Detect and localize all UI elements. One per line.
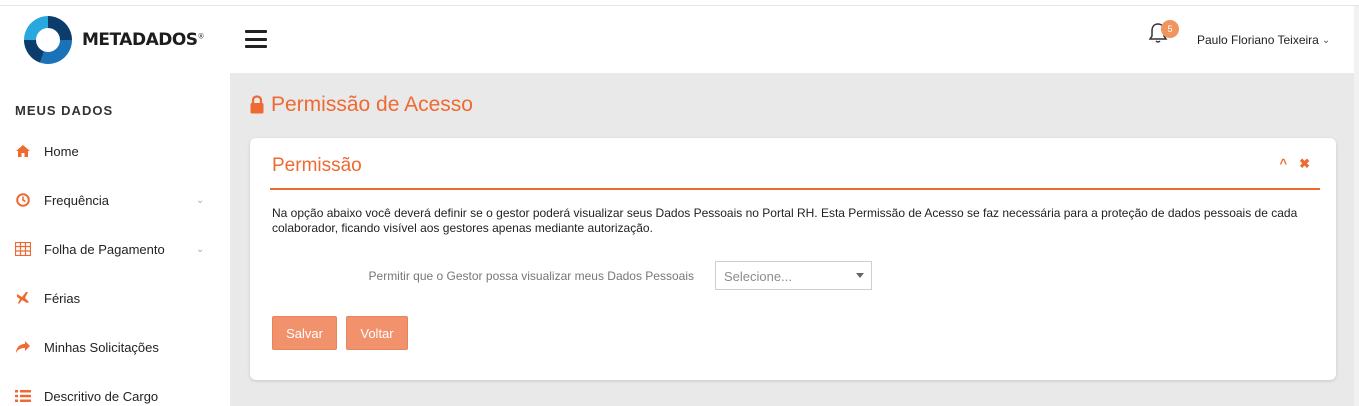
permission-panel: Permissão ^ ✖ Na opção abaixo você dever… <box>250 138 1336 380</box>
sidebar-item-label: Descritivo de Cargo <box>44 388 159 404</box>
sidebar-title: MEUS DADOS <box>15 103 114 118</box>
permission-select[interactable]: Selecione... <box>715 261 872 290</box>
panel-divider <box>270 188 1320 190</box>
sidebar-item-label: Folha de Pagamento <box>44 241 165 257</box>
chevron-down-icon: ⌄ <box>1321 34 1331 46</box>
panel-tools: ^ ✖ <box>1280 156 1311 172</box>
permission-field-label: Permitir que o Gestor possa visualizar m… <box>368 269 694 283</box>
lock-icon <box>250 95 264 114</box>
page-title-text: Permissão de Acesso <box>271 93 473 116</box>
sidebar-item-ferias[interactable]: Férias <box>0 283 230 313</box>
sidebar: MEUS DADOS Home Frequência ⌄ Folha de Pa… <box>0 73 230 406</box>
logo-ring-icon <box>24 16 72 64</box>
sidebar-item-label: Férias <box>44 290 81 306</box>
caret-down-icon <box>856 273 864 278</box>
menu-toggle-icon[interactable] <box>245 30 267 48</box>
brand-logo[interactable]: METADADOS® <box>24 15 205 65</box>
user-menu[interactable]: Paulo Floriano Teixeira ⌄ <box>1197 33 1330 47</box>
plane-icon <box>14 289 32 307</box>
user-name: Paulo Floriano Teixeira <box>1197 33 1319 47</box>
main-content: Permissão de Acesso Permissão ^ ✖ Na opç… <box>230 73 1359 406</box>
sidebar-item-folha-de-pagamento[interactable]: Folha de Pagamento ⌄ <box>0 234 230 264</box>
sidebar-item-frequencia[interactable]: Frequência ⌄ <box>0 185 230 215</box>
back-button[interactable]: Voltar <box>346 316 408 350</box>
share-icon <box>14 338 32 356</box>
panel-title: Permissão <box>272 155 362 176</box>
page-title: Permissão de Acesso <box>249 93 473 117</box>
chevron-down-icon: ⌄ <box>196 194 205 206</box>
calculator-icon <box>14 240 32 258</box>
close-icon[interactable]: ✖ <box>1299 156 1310 172</box>
sidebar-item-home[interactable]: Home <box>0 136 230 166</box>
save-button[interactable]: Salvar <box>272 316 337 350</box>
brand-name: METADADOS® <box>82 30 205 50</box>
page-scrollbar[interactable] <box>1354 6 1359 406</box>
sidebar-item-descritivo-de-cargo[interactable]: Descritivo de Cargo <box>0 381 230 406</box>
collapse-icon[interactable]: ^ <box>1280 156 1288 172</box>
sidebar-item-minhas-solicitacoes[interactable]: Minhas Solicitações <box>0 332 230 362</box>
chevron-down-icon: ⌄ <box>196 243 205 255</box>
clock-icon <box>14 191 32 209</box>
panel-description: Na opção abaixo você deverá definir se o… <box>272 206 1298 235</box>
home-icon <box>14 142 32 160</box>
permission-select-value: Selecione... <box>724 269 792 284</box>
sidebar-item-label: Minhas Solicitações <box>44 339 159 355</box>
list-icon <box>14 387 32 405</box>
sidebar-item-label: Frequência <box>44 192 110 208</box>
sidebar-item-label: Home <box>44 143 79 159</box>
notification-badge: 5 <box>1161 20 1179 38</box>
